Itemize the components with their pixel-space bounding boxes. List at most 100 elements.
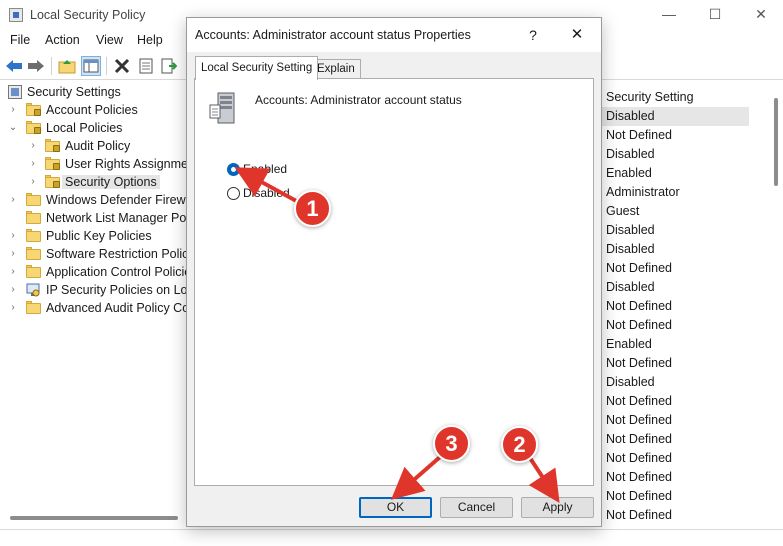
tree-horizontal-scrollbar[interactable] [10, 516, 178, 520]
tab-explain[interactable]: Explain [311, 59, 361, 79]
setting-value-row[interactable]: Not Defined [601, 354, 749, 373]
setting-value-row[interactable]: Not Defined [601, 259, 749, 278]
column-header-label: Security Setting [606, 90, 694, 104]
radio-enabled-label[interactable]: Enabled [243, 162, 287, 176]
tree-item-user-rights-assignment[interactable]: › User Rights Assignment [0, 155, 190, 173]
app-icon [9, 8, 23, 22]
setting-value-row[interactable]: Not Defined [601, 468, 749, 487]
step-badge-3: 3 [433, 425, 470, 462]
setting-value-row[interactable]: Disabled [601, 240, 749, 259]
chevron-down-icon[interactable]: ⌄ [8, 122, 18, 134]
show-tree-icon[interactable] [81, 56, 101, 76]
setting-value: Disabled [606, 223, 655, 237]
chevron-right-icon[interactable]: › [8, 266, 18, 278]
delete-icon[interactable] [112, 56, 132, 76]
tree-item-ip-security[interactable]: › IP Security Policies on Loca [0, 281, 190, 299]
forward-arrow-icon[interactable] [26, 56, 46, 76]
status-divider [0, 529, 783, 530]
chevron-right-icon[interactable]: › [8, 248, 18, 260]
tree-item-account-policies[interactable]: › Account Policies [0, 101, 190, 119]
setting-value: Disabled [606, 242, 655, 256]
setting-value-row[interactable]: Not Defined [601, 411, 749, 430]
chevron-right-icon[interactable]: › [8, 284, 18, 296]
cancel-button[interactable]: Cancel [440, 497, 513, 518]
minimize-button[interactable]: — [658, 4, 680, 24]
radio-disabled-button[interactable] [227, 187, 240, 200]
radio-enabled-button[interactable] [227, 163, 240, 176]
setting-value-row[interactable]: Not Defined [601, 316, 749, 335]
chevron-right-icon[interactable]: › [8, 230, 18, 242]
tree-item-label: Security Options [62, 175, 160, 189]
tree-item-label: Software Restriction Policie [46, 247, 190, 261]
setting-value-row[interactable]: Not Defined [601, 449, 749, 468]
column-header-security-setting[interactable]: Security Setting [601, 87, 783, 109]
dialog-close-button[interactable]: ✕ [567, 25, 587, 45]
setting-value: Disabled [606, 375, 655, 389]
export-icon[interactable] [159, 56, 179, 76]
setting-value-row[interactable]: Disabled [601, 221, 749, 240]
chevron-right-icon[interactable]: › [28, 158, 38, 170]
chevron-right-icon[interactable]: › [28, 176, 38, 188]
setting-value-row[interactable]: Disabled [601, 145, 749, 164]
tree-item-network-list-manager[interactable]: Network List Manager Polic [0, 209, 190, 227]
step-badge-2: 2 [501, 426, 538, 463]
setting-value: Not Defined [606, 489, 673, 503]
tree-item-application-control[interactable]: › Application Control Policie [0, 263, 190, 281]
setting-value-row[interactable]: Not Defined [601, 126, 749, 145]
ok-button[interactable]: OK [359, 497, 432, 518]
menu-view[interactable]: View [96, 33, 123, 47]
chevron-right-icon[interactable]: › [28, 140, 38, 152]
chevron-right-icon[interactable]: › [8, 194, 18, 206]
setting-value-row[interactable]: Not Defined [601, 392, 749, 411]
vertical-scrollbar[interactable] [774, 98, 778, 186]
policy-name: Accounts: Administrator account status [255, 93, 462, 107]
locked-folder-icon [26, 121, 41, 134]
close-button[interactable]: ✕ [750, 4, 772, 24]
back-arrow-icon[interactable] [4, 56, 24, 76]
tree-item-windows-defender-firewall[interactable]: › Windows Defender Firewall [0, 191, 190, 209]
setting-value: Not Defined [606, 394, 673, 408]
setting-value: Not Defined [606, 413, 673, 427]
up-folder-icon[interactable] [57, 56, 77, 76]
security-settings-icon [8, 85, 22, 99]
tree-item-software-restriction[interactable]: › Software Restriction Policie [0, 245, 190, 263]
step-badge-1: 1 [294, 190, 331, 227]
tree-root-security-settings[interactable]: Security Settings [0, 83, 190, 101]
menu-file[interactable]: File [10, 33, 30, 47]
setting-value-row[interactable]: Disabled [601, 278, 749, 297]
properties-dialog: Accounts: Administrator account status P… [186, 17, 602, 527]
dialog-title: Accounts: Administrator account status P… [195, 28, 471, 42]
menu-help[interactable]: Help [137, 33, 163, 47]
maximize-button[interactable]: ☐ [704, 4, 726, 24]
setting-value-row[interactable]: Disabled [601, 107, 749, 126]
tree-item-public-key-policies[interactable]: › Public Key Policies [0, 227, 190, 245]
ip-security-icon [26, 283, 40, 297]
tree-item-label: Windows Defender Firewall [46, 193, 190, 207]
tree-item-label: Audit Policy [65, 139, 131, 153]
tree-item-advanced-audit-policy[interactable]: › Advanced Audit Policy Con [0, 299, 190, 317]
properties-icon[interactable] [136, 56, 156, 76]
apply-button[interactable]: Apply [521, 497, 594, 518]
setting-value-row[interactable]: Not Defined [601, 430, 749, 449]
setting-value: Not Defined [606, 451, 673, 465]
tree-item-security-options[interactable]: › Security Options [0, 173, 190, 191]
folder-icon [26, 229, 41, 242]
setting-value-row[interactable]: Enabled [601, 335, 749, 354]
setting-value: Not Defined [606, 261, 673, 275]
setting-value-row[interactable]: Not Defined [601, 506, 749, 525]
setting-value-row[interactable]: Enabled [601, 164, 749, 183]
chevron-right-icon[interactable]: › [8, 302, 18, 314]
setting-value-row[interactable]: Not Defined [601, 297, 749, 316]
menu-action[interactable]: Action [45, 33, 80, 47]
setting-value-row[interactable]: Not Defined [601, 487, 749, 506]
dialog-help-button[interactable]: ? [523, 25, 543, 45]
tree-item-audit-policy[interactable]: › Audit Policy [0, 137, 190, 155]
tab-local-security-setting[interactable]: Local Security Setting [195, 56, 319, 80]
radio-disabled-label[interactable]: Disabled [243, 186, 290, 200]
setting-value: Disabled [606, 109, 655, 123]
tree-item-local-policies[interactable]: ⌄ Local Policies [0, 119, 190, 137]
setting-value-row[interactable]: Disabled [601, 373, 749, 392]
setting-value-row[interactable]: Administrator [601, 183, 749, 202]
setting-value-row[interactable]: Guest [601, 202, 749, 221]
chevron-right-icon[interactable]: › [8, 104, 18, 116]
